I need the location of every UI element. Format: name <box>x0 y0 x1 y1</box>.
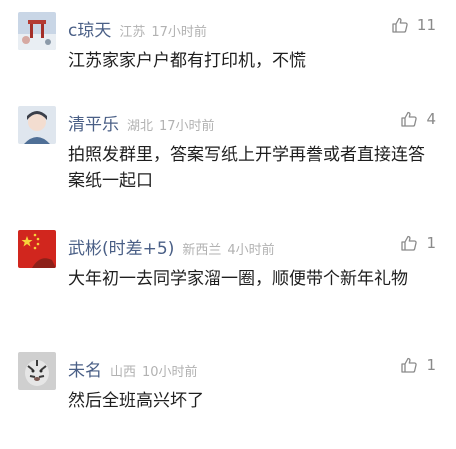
author-name: 未名 <box>68 361 102 381</box>
comment-time: 10小时前 <box>142 365 198 380</box>
author-name: 武彬(时差+5) <box>68 239 175 259</box>
like-count: 4 <box>426 110 436 128</box>
comment-author[interactable]: 未名 山西 10小时前 <box>68 356 198 381</box>
comment-time: 17小时前 <box>151 25 207 40</box>
avatar-tiger-icon[interactable] <box>18 352 56 390</box>
comment-location: 湖北 <box>127 119 154 134</box>
thumbs-up-icon <box>401 357 418 373</box>
comment-location: 江苏 <box>119 25 146 40</box>
avatar-flag-icon[interactable] <box>18 230 56 268</box>
author-name: 清平乐 <box>68 115 119 135</box>
comment-time: 4小时前 <box>227 243 275 258</box>
like-button[interactable]: 11 <box>391 16 436 34</box>
comment-text: 江苏家家户户都有打印机，不慌 <box>68 51 306 71</box>
comment-location: 山西 <box>110 365 137 380</box>
comment-text: 然后全班高兴坏了 <box>68 391 204 411</box>
like-button[interactable]: 4 <box>400 110 436 128</box>
comment-author[interactable]: 清平乐 湖北 17小时前 <box>68 110 215 135</box>
like-count: 1 <box>426 356 436 374</box>
like-count: 1 <box>426 234 436 252</box>
comment-time: 17小时前 <box>159 119 215 134</box>
comment-location: 新西兰 <box>182 243 222 258</box>
like-count: 11 <box>416 16 436 34</box>
avatar-anime-boy-icon[interactable] <box>18 106 56 144</box>
comment-text: 拍照发群里，答案写纸上开学再誊或者直接连答案纸一起口 <box>68 145 425 191</box>
comment-author[interactable]: c琼天 江苏 17小时前 <box>68 16 207 41</box>
thumbs-up-icon <box>401 111 418 127</box>
thumbs-up-icon <box>401 235 418 251</box>
author-name: c琼天 <box>68 21 112 41</box>
comment-text: 大年初一去同学家溜一圈，顺便带个新年礼物 <box>68 269 408 289</box>
like-button[interactable]: 1 <box>400 234 436 252</box>
thumbs-up-icon <box>392 17 408 33</box>
like-button[interactable]: 1 <box>400 356 436 374</box>
avatar-landscape-icon[interactable] <box>18 12 56 50</box>
comment-author[interactable]: 武彬(时差+5) 新西兰 4小时前 <box>68 234 275 259</box>
